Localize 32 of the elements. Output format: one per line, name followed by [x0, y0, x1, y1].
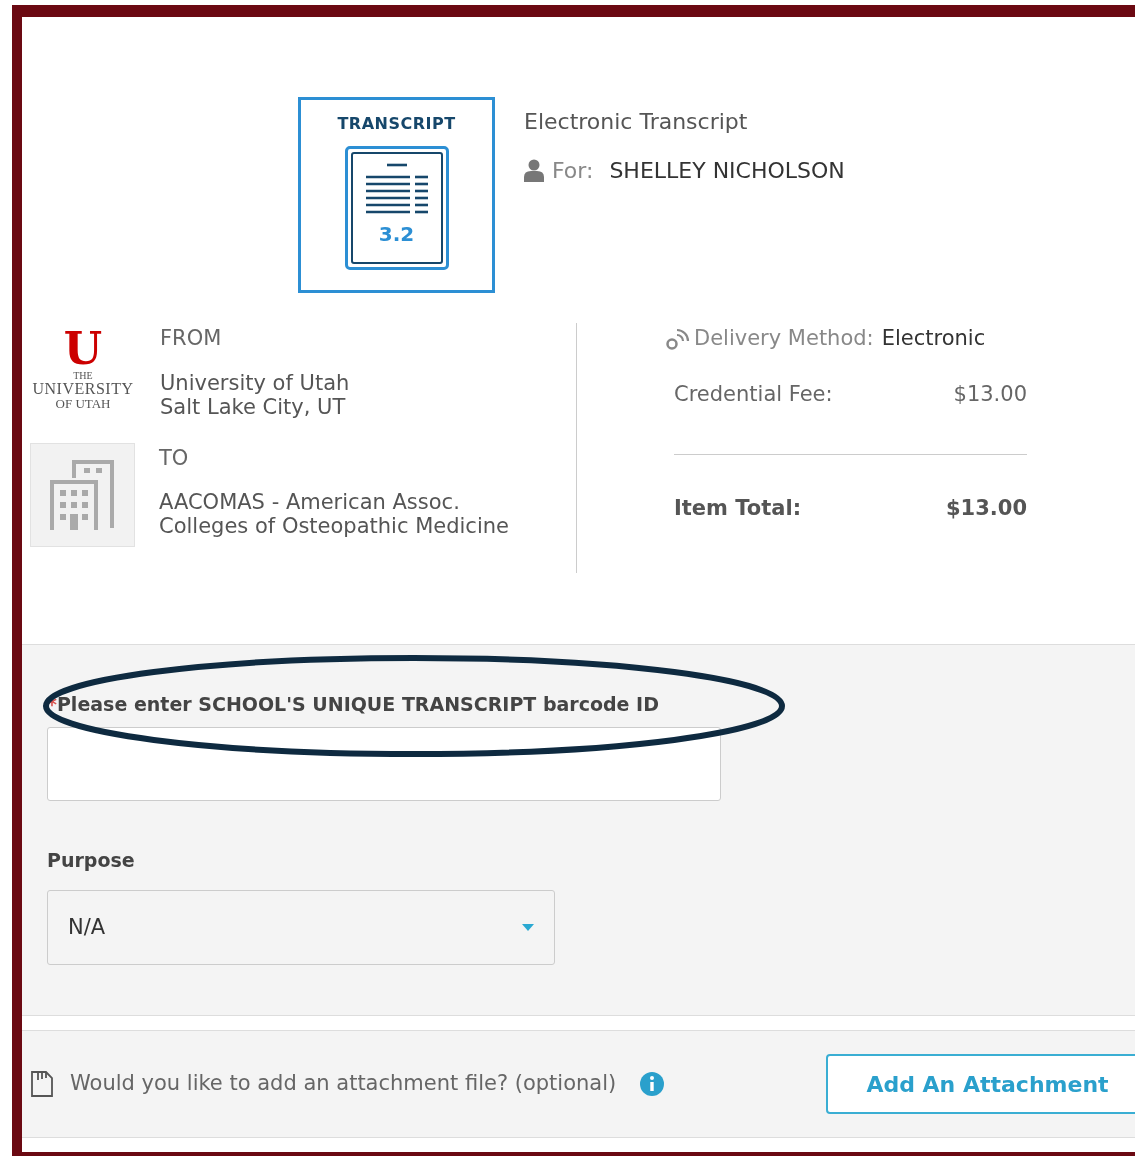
barcode-input[interactable] — [47, 726, 721, 801]
barcode-label: Please enter SCHOOL'S UNIQUE TRANSCRIPT barcode ID — [56, 693, 659, 715]
logo-mark: U — [63, 327, 103, 371]
logo-text: UNIVERSITY — [32, 381, 134, 397]
purpose-select[interactable]: N/A — [47, 890, 555, 965]
logo-text: OF UTAH — [55, 397, 111, 410]
building-icon — [49, 457, 116, 532]
document-icon — [30, 1070, 54, 1098]
badge-title: TRANSCRIPT — [337, 113, 456, 135]
delivery-label: Delivery Method: — [694, 325, 874, 352]
info-icon[interactable] — [640, 1072, 665, 1096]
total-amount: $13.00 — [945, 495, 1027, 522]
logo-text: THE — [73, 371, 93, 381]
fee-amount: $13.00 — [953, 380, 1027, 408]
person-icon — [524, 158, 544, 183]
electronic-delivery-icon — [666, 326, 690, 351]
total-label: Item Total: — [674, 495, 802, 522]
recipient-line: Colleges of Osteopathic Medicine — [159, 514, 509, 539]
recipient-name: SHELLEY NICHOLSON — [609, 157, 845, 185]
sender-location: Salt Lake City, UT — [160, 394, 347, 419]
recipient-line: AACOMAS - American Assoc. — [159, 490, 461, 515]
caret-icon — [522, 924, 534, 931]
fee-label: Credential Fee: — [674, 380, 833, 408]
for-label: For: — [552, 157, 594, 185]
sender-name: University of Utah — [160, 370, 350, 395]
from-heading: FROM — [160, 325, 223, 352]
to-heading: TO — [159, 444, 190, 472]
delivery-value: Electronic — [881, 325, 986, 352]
attachment-question: Would you like to add an attachment file? (optional) — [70, 1070, 617, 1098]
field-label: Purpose — [47, 847, 136, 873]
badge-version: 3.2 — [378, 224, 415, 244]
product-title: Electronic Transcript — [524, 108, 749, 136]
